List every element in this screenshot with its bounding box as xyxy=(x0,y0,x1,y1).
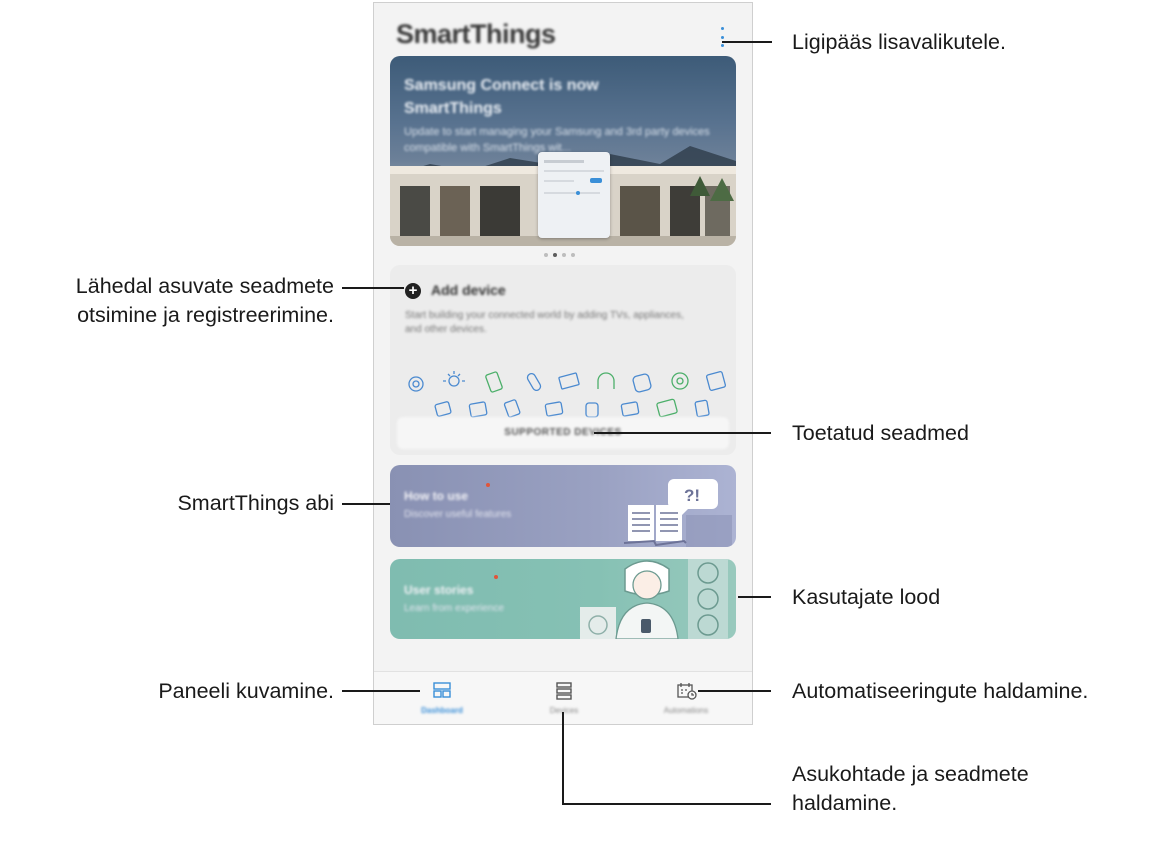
user-stories-subtitle: Learn from experience xyxy=(404,603,505,614)
open-book-icon: ?! xyxy=(623,479,732,547)
add-device-description: Start building your connected world by a… xyxy=(405,310,684,335)
carousel-indicator xyxy=(544,253,575,257)
banner-title: Samsung Connect is now SmartThings xyxy=(404,77,599,117)
callout-supported-devices: Toetatud seadmed xyxy=(792,421,969,445)
callout-devices: Asukohtade ja seadmete haldamine. xyxy=(792,760,1029,818)
user-stories-title: User stories xyxy=(404,583,474,597)
promo-banner[interactable]: Samsung Connect is now SmartThings Updat… xyxy=(390,56,736,246)
carousel-dot xyxy=(571,253,575,257)
callout-user-stories: Kasutajate lood xyxy=(792,585,941,609)
how-to-use-title: How to use xyxy=(404,489,469,503)
add-device-card[interactable]: + Add device Start building your connect… xyxy=(390,265,736,455)
callout-line-stories xyxy=(738,596,771,598)
tab-automations-label: Automations xyxy=(663,706,709,715)
how-to-use-subtitle: Discover useful features xyxy=(404,509,512,520)
callout-line-automations xyxy=(698,690,771,692)
callout-add-device: Lähedal asuvate seadmete otsimine ja reg… xyxy=(76,272,334,330)
callout-line-dashboard xyxy=(342,690,420,692)
callout-line-add-device xyxy=(342,287,404,289)
callout-smartthings-help: SmartThings abi xyxy=(177,491,334,515)
user-stories-card[interactable]: User stories Learn from experience xyxy=(390,559,736,639)
callout-devices-line1: Asukohtade ja seadmete xyxy=(792,762,1029,786)
dashboard-icon xyxy=(433,682,451,698)
tab-devices[interactable]: Devices xyxy=(501,672,627,724)
device-type-icons xyxy=(408,371,726,418)
carousel-dot xyxy=(544,253,548,257)
carousel-dot-active xyxy=(553,253,557,257)
add-device-title: Add device xyxy=(431,282,506,298)
devices-list-icon xyxy=(556,682,572,700)
callout-add-device-line2: otsimine ja registreerimine. xyxy=(77,303,334,327)
how-to-use-card[interactable]: How to use Discover useful features ?! xyxy=(390,465,736,547)
add-device-plus-icon[interactable]: + xyxy=(405,283,421,299)
callout-automations: Automatiseeringute haldamine. xyxy=(792,679,1089,703)
tab-dashboard[interactable]: Dashboard xyxy=(379,672,505,724)
app-title: SmartThings xyxy=(396,19,556,49)
carousel-dot xyxy=(562,253,566,257)
callout-add-device-line1: Lähedal asuvate seadmete xyxy=(75,274,334,298)
phone-screenshot: SmartThings Samsung Connect is now Smart… xyxy=(373,2,753,725)
tab-automations[interactable]: Automations xyxy=(623,672,749,724)
tab-dashboard-label: Dashboard xyxy=(421,706,463,715)
callout-line-more xyxy=(722,41,772,43)
callout-devices-line2: haldamine. xyxy=(792,791,898,815)
new-badge-dot xyxy=(494,575,498,579)
callout-dashboard: Paneeli kuvamine. xyxy=(158,679,334,703)
new-badge-dot xyxy=(486,483,490,487)
user-illustration xyxy=(580,559,728,639)
callout-line-supported xyxy=(594,432,771,434)
more-options-icon[interactable] xyxy=(716,27,728,47)
callout-more-options: Ligipääs lisavalikutele. xyxy=(792,30,1006,54)
callout-line-help xyxy=(342,503,390,505)
callout-line-devices-vertical xyxy=(562,712,564,805)
callout-line-devices-horizontal xyxy=(562,803,771,805)
svg-text:?!: ?! xyxy=(684,486,700,505)
automations-calendar-icon xyxy=(677,683,697,700)
tab-devices-label: Devices xyxy=(549,706,579,715)
mini-phone-preview xyxy=(538,152,610,238)
